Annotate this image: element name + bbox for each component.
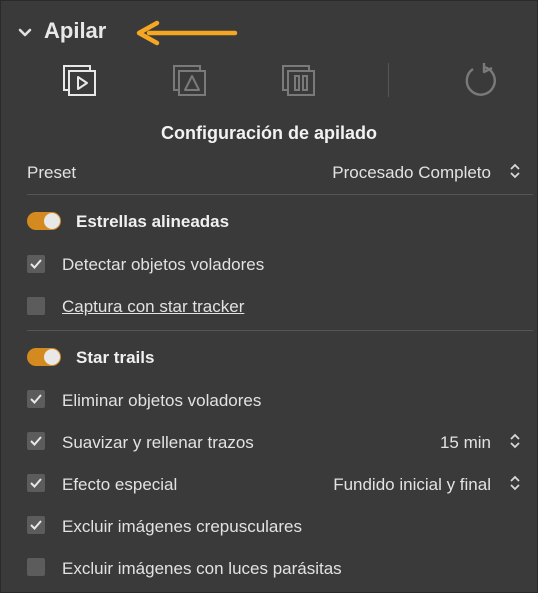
chevron-down-icon[interactable] [17,25,33,41]
exclude-stray-light-label: Excluir imágenes con luces parásitas [62,559,342,578]
annotation-arrow-icon [136,20,238,46]
exclude-twilight-label: Excluir imágenes crepusculares [62,517,302,536]
detect-flying-objects-checkbox[interactable] [27,255,45,273]
aligned-stars-toggle[interactable] [27,212,61,230]
stack-play-icon [63,65,96,96]
preset-label: Preset [27,163,77,182]
aligned-stars-label: Estrellas alineadas [76,212,230,231]
exclude-stray-light-checkbox[interactable] [27,558,45,576]
updown-chevron-icon[interactable] [509,475,521,491]
divider [27,194,533,195]
special-effect-select[interactable]: Fundido inicial y final [333,475,491,495]
remove-flying-objects-checkbox[interactable] [27,390,45,408]
check-icon [30,478,42,488]
exclude-twilight-checkbox[interactable] [27,516,45,534]
check-icon [30,436,42,446]
check-icon [30,259,42,269]
star-tracker-checkbox[interactable] [27,297,45,315]
toolbar-divider [388,63,389,97]
check-icon [30,394,42,404]
star-trails-label: Star trails [76,348,155,367]
reset-button[interactable] [461,61,499,99]
preset-select[interactable]: Procesado Completo [332,163,491,183]
stack-triangle-icon [173,65,206,96]
panel-header[interactable]: Apilar [1,1,537,61]
stack-triangle-button[interactable] [170,61,208,99]
special-effect-checkbox[interactable] [27,474,45,492]
remove-flying-objects-label: Eliminar objetos voladores [62,391,262,410]
smooth-trails-label: Suavizar y rellenar trazos [62,433,254,452]
updown-chevron-icon[interactable] [509,163,521,179]
stack-pause-button[interactable] [279,61,317,99]
star-tracker-link[interactable]: Captura con star tracker [62,297,244,317]
special-effect-label: Efecto especial [62,475,178,494]
stack-mode-toolbar [1,61,537,101]
panel-title: Apilar [44,18,107,43]
reset-icon [465,63,496,96]
star-trails-toggle[interactable] [27,348,61,366]
check-icon [30,520,42,530]
updown-chevron-icon[interactable] [509,433,521,449]
stacking-panel: Apilar Configuración de apilado Preset P… [0,0,538,593]
detect-flying-objects-label: Detectar objetos voladores [62,255,265,274]
stack-play-button[interactable] [60,61,98,99]
section-title: Configuración de apilado [160,123,377,143]
stack-pause-icon [282,65,315,96]
divider [27,330,533,331]
smooth-trails-duration-select[interactable]: 15 min [440,433,491,453]
smooth-trails-checkbox[interactable] [27,432,45,450]
